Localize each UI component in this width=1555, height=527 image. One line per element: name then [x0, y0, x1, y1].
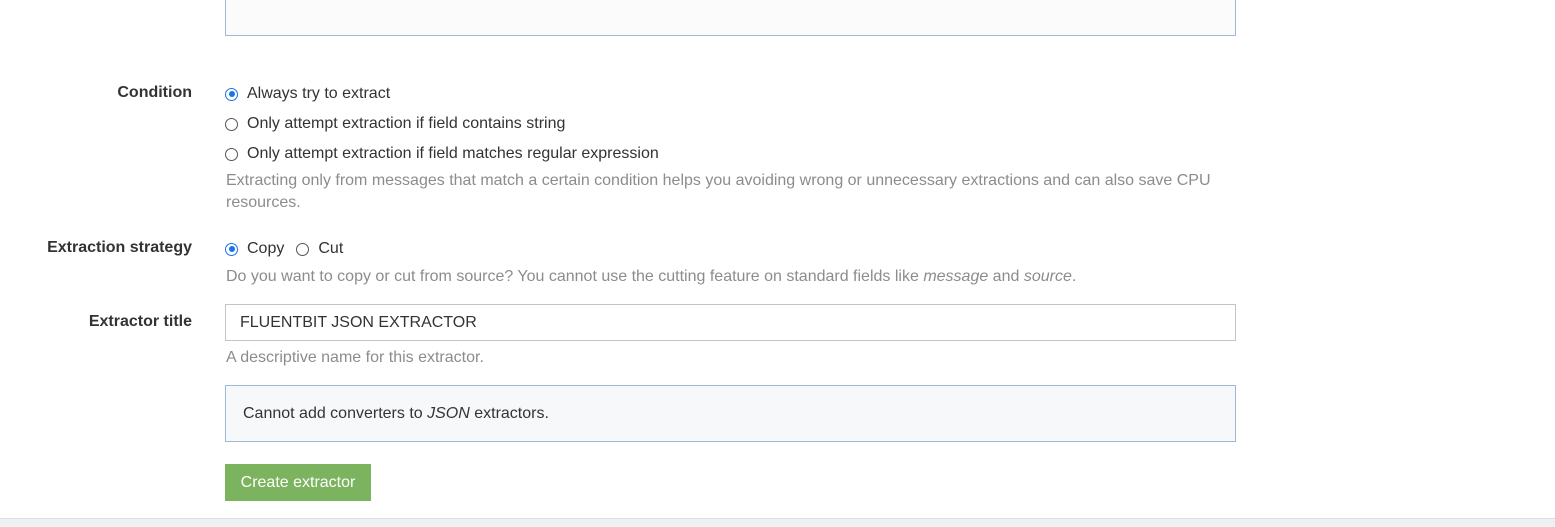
strategy-copy-radio[interactable]	[225, 242, 238, 256]
extractor-title-label: Extractor title	[88, 313, 192, 330]
condition-label: Condition	[117, 84, 192, 101]
extractor-title-help: A descriptive name for this extractor.	[226, 349, 484, 366]
condition-option-label: Only attempt extraction if field matches…	[247, 145, 659, 162]
strategy-copy-label[interactable]: Copy	[247, 240, 284, 258]
radio-button[interactable]	[225, 147, 238, 161]
strategy-help-prefix: Do you want to copy or cut from source? …	[226, 268, 924, 285]
strategy-help-suffix: .	[1071, 268, 1077, 285]
strategy-help-text: Do you want to copy or cut from source? …	[226, 266, 1076, 288]
radio-button[interactable]	[225, 117, 238, 131]
condition-option-label: Only attempt extraction if field contain…	[247, 115, 566, 132]
extraction-strategy-label: Extraction strategy	[47, 239, 192, 256]
radio-button-checked[interactable]	[225, 87, 238, 101]
converters-note-suffix: extractors.	[469, 405, 549, 422]
condition-option-label: Always try to extract	[247, 85, 391, 102]
page-footer	[0, 518, 1555, 527]
condition-option-matches-regex[interactable]: Only attempt extraction if field matches…	[225, 143, 659, 165]
strategy-help-message-field: message	[923, 268, 989, 285]
previous-field-box	[225, 0, 1236, 36]
extraction-strategy-options: Copy Cut	[225, 238, 343, 260]
strategy-help-source-field: source	[1023, 268, 1072, 285]
strategy-cut-radio[interactable]	[296, 242, 310, 256]
condition-help-text: Extracting only from messages that match…	[226, 172, 1211, 211]
converters-note-prefix: Cannot add converters to	[243, 405, 428, 422]
extractor-title-input[interactable]: FLUENTBIT JSON EXTRACTOR	[225, 304, 1236, 341]
strategy-cut-label[interactable]: Cut	[318, 240, 343, 258]
converters-note-type: JSON	[427, 405, 470, 422]
create-extractor-button[interactable]: Create extractor	[225, 464, 371, 501]
converters-info-box: Cannot add converters to JSON extractors…	[225, 385, 1236, 442]
condition-option-contains-string[interactable]: Only attempt extraction if field contain…	[225, 113, 565, 135]
strategy-help-and: and	[988, 268, 1024, 285]
condition-option-always[interactable]: Always try to extract	[225, 83, 390, 105]
